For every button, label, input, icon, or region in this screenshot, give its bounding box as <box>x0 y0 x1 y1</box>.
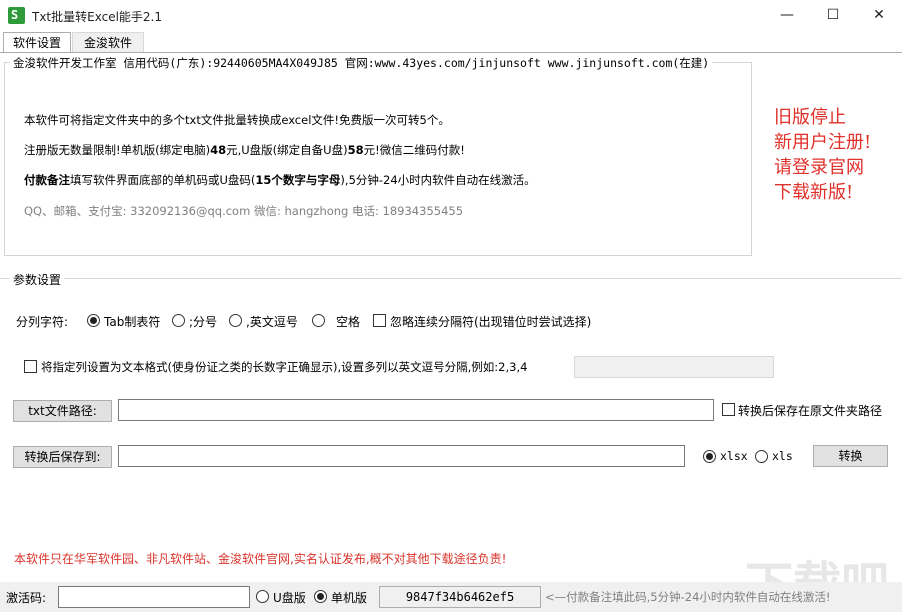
window-title: Txt批量转Excel能手2.1 <box>32 10 163 24</box>
info-group-title: 金浚软件开发工作室 信用代码(广东):92440605MA4X049J85 官网… <box>10 55 713 71</box>
activation-label: 激活码: <box>6 591 47 605</box>
tab-software-settings[interactable]: 软件设置 <box>3 32 71 53</box>
close-button[interactable]: ✕ <box>856 0 902 31</box>
params-group-title: 参数设置 <box>10 271 65 288</box>
upgrade-notice: 旧版停止 新用户注册! 请登录官网 下载新版! <box>774 105 871 205</box>
maximize-button[interactable]: ☐ <box>810 0 856 31</box>
info-line-3-b: 填写软件界面底部的单机码或U盘码( <box>70 173 256 187</box>
machine-code-field[interactable]: 9847f34b6462ef5 <box>379 586 541 608</box>
info-group <box>4 62 752 256</box>
save-to-input[interactable] <box>118 445 685 467</box>
xlsx-label[interactable]: xlsx <box>720 449 748 463</box>
contact-info: QQ、邮箱、支付宝: 332092136@qq.com 微信: hangzhon… <box>24 204 464 218</box>
ignore-consecutive-checkbox[interactable] <box>373 314 386 327</box>
standalone-version-label[interactable]: 单机版 <box>331 589 367 606</box>
minimize-button[interactable]: — <box>764 0 810 31</box>
info-line-2-e: 元!微信二维码付款! <box>363 143 465 157</box>
option-tab-label[interactable]: Tab制表符 <box>104 313 160 330</box>
price-usb: 58 <box>347 143 364 157</box>
price-standalone: 48 <box>210 143 227 157</box>
option-semicolon-label[interactable]: ;分号 <box>189 313 217 330</box>
app-icon-letter: S <box>11 8 19 22</box>
notice-line-3: 请登录官网 <box>774 157 864 178</box>
radio-tab[interactable] <box>87 314 100 327</box>
save-to-button[interactable]: 转换后保存到: <box>13 446 112 468</box>
xls-label[interactable]: xls <box>772 449 793 463</box>
info-line-2-c: 元,U盘版(绑定自备U盘) <box>226 143 348 157</box>
convert-button[interactable]: 转换 <box>813 445 888 467</box>
notice-line-4: 下载新版! <box>774 182 854 203</box>
radio-xlsx[interactable] <box>703 450 716 463</box>
info-line-3: 付款备注填写软件界面底部的单机码或U盘码(15个数字与字母),5分钟-24小时内… <box>24 172 536 188</box>
info-line-3-d: ),5分钟-24小时内软件自动在线激活。 <box>340 173 536 187</box>
title-bar: S Txt批量转Excel能手2.1 — ☐ ✕ <box>0 0 902 31</box>
save-in-source-label[interactable]: 转换后保存在原文件夹路径 <box>738 402 882 419</box>
info-line-2: 注册版无数量限制!单机版(绑定电脑)48元,U盘版(绑定自备U盘)58元!微信二… <box>24 142 465 158</box>
download-source-notice: 本软件只在华军软件园、非凡软件站、金浚软件官网,实名认证发布,概不对其他下载途径… <box>14 552 507 566</box>
info-line-1: 本软件可将指定文件夹中的多个txt文件批量转换成excel文件!免费版一次可转5… <box>24 113 450 127</box>
radio-semicolon[interactable] <box>172 314 185 327</box>
notice-line-1: 旧版停止 <box>774 107 846 128</box>
txt-path-input[interactable] <box>118 399 714 421</box>
activation-hint: <—付款备注填此码,5分钟-24小时内软件自动在线激活! <box>545 590 831 604</box>
radio-xls[interactable] <box>755 450 768 463</box>
usb-version-label[interactable]: U盘版 <box>273 589 306 606</box>
text-format-checkbox[interactable] <box>24 360 37 373</box>
activation-code-input[interactable] <box>58 586 250 608</box>
tab-jinjun-software[interactable]: 金浚软件 <box>72 32 144 53</box>
code-length-note: 15个数字与字母 <box>255 173 341 187</box>
info-line-2-a: 注册版无数量限制!单机版(绑定电脑) <box>24 143 211 157</box>
text-format-columns-input[interactable] <box>574 356 774 378</box>
notice-line-2: 新用户注册! <box>774 132 872 153</box>
payment-note-label: 付款备注 <box>24 173 70 187</box>
option-comma-label[interactable]: ,英文逗号 <box>246 313 298 330</box>
text-format-label[interactable]: 将指定列设置为文本格式(使身份证之类的长数字正确显示),设置多列以英文逗号分隔,… <box>41 359 527 375</box>
radio-usb-version[interactable] <box>256 590 269 603</box>
radio-space[interactable] <box>312 314 325 327</box>
option-space-label[interactable]: 空格 <box>336 313 360 330</box>
params-separator <box>0 278 902 279</box>
ignore-consecutive-label[interactable]: 忽略连续分隔符(出现错位时尝试选择) <box>390 313 591 330</box>
save-in-source-checkbox[interactable] <box>722 403 735 416</box>
txt-path-button[interactable]: txt文件路径: <box>13 400 112 422</box>
separator-label: 分列字符: <box>16 315 69 329</box>
radio-comma[interactable] <box>229 314 242 327</box>
app-icon: S <box>8 7 25 24</box>
radio-standalone-version[interactable] <box>314 590 327 603</box>
